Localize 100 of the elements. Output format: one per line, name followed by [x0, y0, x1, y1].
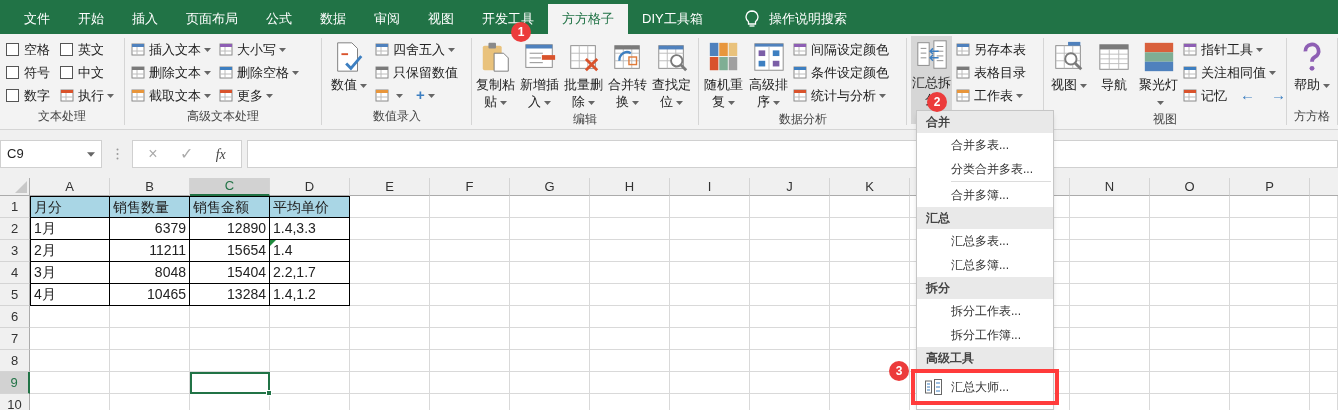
ribbon-button[interactable]: 删除文本 — [131, 61, 213, 84]
table-icon — [1183, 65, 1198, 80]
row-header[interactable]: 2 — [0, 218, 30, 240]
row-header[interactable]: 4 — [0, 262, 30, 284]
row-header[interactable]: 8 — [0, 350, 30, 372]
row-header[interactable]: 6 — [0, 306, 30, 328]
column-header[interactable]: B — [110, 178, 190, 196]
table-icon — [219, 42, 234, 57]
ribbon-button[interactable]: 帮助 — [1291, 38, 1332, 93]
table-icon — [956, 88, 971, 103]
ribbon-button[interactable]: 表格目录 — [956, 61, 1028, 84]
column-header[interactable]: I — [670, 178, 750, 196]
ribbon-tab[interactable]: 审阅 — [360, 4, 414, 34]
fill-handle[interactable] — [266, 390, 272, 396]
drag-handle-icon[interactable] — [115, 148, 119, 160]
checkbox[interactable]: 中文 — [60, 61, 116, 84]
ribbon-tab[interactable]: 方方格子 — [548, 4, 628, 34]
column-header[interactable]: G — [510, 178, 590, 196]
ribbon-button[interactable]: 记忆 — [1183, 84, 1229, 107]
ribbon-button[interactable]: 执行 — [60, 84, 116, 107]
name-box[interactable]: C9 — [0, 140, 102, 168]
select-all-icon[interactable] — [15, 181, 27, 193]
ribbon-tab[interactable]: 文件 — [10, 4, 64, 34]
column-header[interactable]: H — [590, 178, 670, 196]
menu-item[interactable]: 汇总多簿... — [917, 253, 1053, 277]
ribbon-button[interactable]: + — [411, 84, 440, 107]
ribbon-button[interactable]: 合并转换 — [607, 38, 648, 110]
ribbon-button[interactable]: 删除空格 — [219, 61, 301, 84]
row-header[interactable]: 1 — [0, 196, 30, 218]
row-header[interactable]: 5 — [0, 284, 30, 306]
ribbon-button[interactable]: 工作表 — [956, 84, 1028, 107]
column-header[interactable]: O — [1150, 178, 1230, 196]
ribbon-button[interactable]: 批量删除 — [563, 38, 604, 110]
column-header[interactable]: C — [190, 178, 270, 196]
ribbon-button[interactable]: → — [1266, 84, 1291, 107]
checkbox[interactable]: 英文 — [60, 38, 116, 61]
menu-item[interactable]: 分类合并多表... — [917, 157, 1053, 181]
ribbon-button[interactable]: 只保留数值 — [375, 61, 460, 84]
ribbon-button[interactable]: 四舍五入 — [375, 38, 460, 61]
tell-me-search[interactable]: 操作说明搜索 — [736, 4, 855, 34]
column-header[interactable]: E — [350, 178, 430, 196]
lightbulb-icon — [744, 10, 759, 28]
caret-icon — [266, 93, 273, 98]
menu-item[interactable]: 汇总多表... — [917, 229, 1053, 253]
column-header[interactable]: D — [270, 178, 350, 196]
menu-section-title: 高级工具 — [917, 347, 1053, 369]
table-icon — [219, 88, 234, 103]
row-header[interactable]: 10 — [0, 394, 30, 410]
row-header[interactable]: 9 — [0, 372, 30, 394]
ribbon-button[interactable]: 插入文本 — [131, 38, 213, 61]
formula-button[interactable]: fx — [215, 143, 226, 165]
ribbon-tab[interactable]: 数据 — [306, 4, 360, 34]
ribbon-tab[interactable]: 视图 — [414, 4, 468, 34]
column-header[interactable]: F — [430, 178, 510, 196]
column-header[interactable]: J — [750, 178, 830, 196]
column-header[interactable]: N — [1070, 178, 1150, 196]
menu-item[interactable]: 合并多簿... — [917, 183, 1053, 207]
column-header[interactable]: P — [1230, 178, 1310, 196]
row-header[interactable]: 3 — [0, 240, 30, 262]
caret-icon — [279, 47, 286, 52]
ribbon-button[interactable]: 指针工具 — [1183, 38, 1291, 61]
menu-item[interactable]: 拆分工作表... — [917, 299, 1053, 323]
ribbon-tab[interactable]: 插入 — [118, 4, 172, 34]
menu-item[interactable]: 汇总大师... — [917, 375, 1053, 399]
ribbon-tab[interactable]: 公式 — [252, 4, 306, 34]
caret-icon — [632, 100, 639, 105]
group-label: 方方格 — [1293, 108, 1331, 125]
cell-cursor[interactable] — [190, 372, 270, 394]
ribbon-button[interactable]: 大小写 — [219, 38, 301, 61]
ribbon-button[interactable]: 聚光灯 — [1138, 38, 1179, 110]
ribbon-button[interactable]: ← — [1235, 84, 1260, 107]
ribbon-button[interactable]: 数值 — [328, 38, 369, 93]
ribbon-button[interactable]: 高级排序 — [748, 38, 789, 110]
ribbon-button[interactable]: 间隔设定颜色 — [793, 38, 891, 61]
table-icon — [131, 42, 146, 57]
ribbon-tab[interactable]: DIY工具箱 — [628, 4, 717, 34]
ribbon-tab[interactable]: 页面布局 — [172, 4, 252, 34]
menu-item[interactable]: 合并多表... — [917, 133, 1053, 157]
column-header[interactable]: K — [830, 178, 910, 196]
ribbon-tab[interactable]: 开始 — [64, 4, 118, 34]
ribbon-button[interactable]: 截取文本 — [131, 84, 213, 107]
sort-icon — [751, 40, 786, 74]
ribbon-button[interactable]: 视图 — [1048, 38, 1089, 93]
table-icon — [375, 65, 390, 80]
checkbox[interactable]: 空格 — [6, 38, 54, 61]
ribbon-button[interactable]: 查找定位 — [651, 38, 692, 110]
ribbon-button[interactable]: 随机重复 — [703, 38, 744, 110]
menu-item[interactable]: 拆分工作簿... — [917, 323, 1053, 347]
row-header[interactable]: 7 — [0, 328, 30, 350]
ribbon-button[interactable]: 导航 — [1093, 38, 1134, 93]
ribbon-button[interactable]: 关注相同值 — [1183, 61, 1291, 84]
group-label: 文本处理 — [37, 108, 87, 125]
checkbox[interactable]: 符号 — [6, 61, 54, 84]
column-header[interactable]: A — [30, 178, 110, 196]
checkbox[interactable]: 数字 — [6, 84, 54, 107]
ribbon-button[interactable]: 另存本表 — [956, 38, 1028, 61]
column-header[interactable] — [1310, 178, 1338, 196]
ribbon-button[interactable]: 统计与分析 — [793, 84, 891, 107]
ribbon-button[interactable]: 更多 — [219, 84, 301, 107]
ribbon-button[interactable]: 条件设定颜色 — [793, 61, 891, 84]
